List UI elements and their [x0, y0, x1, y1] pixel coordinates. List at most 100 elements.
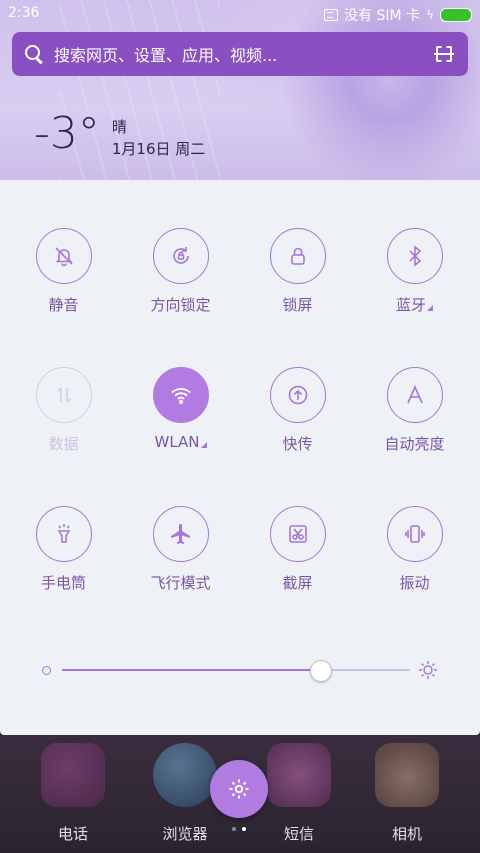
phone-app-icon: [41, 743, 105, 807]
scan-icon[interactable]: [434, 46, 454, 62]
bell-mute-icon: [52, 244, 76, 268]
toggle-label-text: 静音: [48, 296, 79, 314]
upload-circle-icon: [286, 383, 310, 407]
expand-triangle-icon: [427, 305, 433, 311]
weather-date: 1月16日 周二: [111, 140, 206, 158]
toggle-vibrate[interactable]: 振动: [356, 506, 473, 593]
toggle-airplane[interactable]: 飞行模式: [122, 506, 239, 593]
toggle-button[interactable]: [152, 367, 209, 423]
expand-triangle-icon: [200, 442, 207, 448]
toggle-label: 手电筒: [5, 572, 122, 593]
dock-app-label: 浏览器: [162, 825, 208, 843]
sun-icon: [419, 661, 437, 679]
toggle-button[interactable]: [269, 367, 326, 423]
search-bar[interactable]: 搜索网页、设置、应用、视频...: [12, 32, 468, 76]
page-dot-active: [242, 827, 246, 831]
toggle-label-text: 快传: [282, 435, 313, 453]
globe-app-icon: [153, 743, 217, 807]
lock-icon: [286, 244, 310, 268]
brightness-slider[interactable]: [40, 660, 440, 682]
brightness-fill: [62, 669, 320, 671]
toggle-button[interactable]: [386, 506, 443, 562]
toggle-label-text: 振动: [399, 574, 430, 592]
toggle-button[interactable]: [386, 228, 443, 284]
toggle-label: 截屏: [239, 572, 356, 593]
toggle-upload-circle[interactable]: 快传: [239, 367, 356, 454]
page-indicator: [232, 827, 246, 831]
search-icon: [24, 44, 44, 64]
toggle-label: 飞行模式: [122, 572, 239, 593]
toggle-label-text: WLAN: [154, 433, 200, 451]
settings-button[interactable]: [210, 760, 268, 818]
toggle-button[interactable]: [35, 506, 92, 562]
data-arrows-icon: [52, 383, 76, 407]
toggle-data-arrows: 数据: [5, 367, 122, 454]
toggle-button[interactable]: [35, 228, 92, 284]
toggle-label-text: 方向锁定: [150, 296, 211, 314]
toggle-button[interactable]: [152, 506, 209, 562]
rotation-lock-icon: [169, 244, 193, 268]
toggle-label: WLAN: [122, 433, 239, 451]
toggle-button[interactable]: [152, 228, 209, 284]
temperature: -3°: [34, 108, 100, 159]
airplane-icon: [169, 522, 193, 546]
toggle-label: 蓝牙: [356, 294, 473, 315]
weather-widget[interactable]: -3° 晴 1月16日 周二: [34, 112, 205, 160]
dock-app-label: 短信: [283, 825, 314, 843]
weather-info: 晴 1月16日 周二: [112, 116, 205, 160]
toggle-flashlight[interactable]: 手电筒: [5, 506, 122, 593]
toggle-label-text: 飞行模式: [150, 574, 211, 592]
toggle-label: 自动亮度: [356, 433, 473, 454]
toggle-bluetooth[interactable]: 蓝牙: [356, 228, 473, 315]
dock-app-camera[interactable]: 相机: [347, 743, 467, 844]
toggle-label-text: 截屏: [282, 574, 313, 592]
dock-app-label: 相机: [391, 825, 422, 843]
weather-condition: 晴: [111, 118, 127, 136]
toggle-label: 静音: [5, 294, 122, 315]
search-placeholder[interactable]: 搜索网页、设置、应用、视频...: [54, 42, 436, 66]
wifi-icon: [169, 383, 193, 407]
toggle-button: [35, 367, 92, 423]
toggle-button[interactable]: [269, 506, 326, 562]
toggle-rotation-lock[interactable]: 方向锁定: [122, 228, 239, 315]
toggle-label-text: 蓝牙: [395, 296, 426, 314]
sim-status-text: 没有 SIM 卡: [344, 8, 421, 24]
toggle-label: 锁屏: [239, 294, 356, 315]
dock-app-phone[interactable]: 电话: [13, 743, 133, 844]
sim-card-icon: [324, 9, 339, 21]
toggle-button[interactable]: [269, 228, 326, 284]
page-dot: [232, 827, 236, 831]
battery-icon: [440, 8, 472, 22]
toggle-label: 方向锁定: [122, 294, 239, 315]
brightness-track[interactable]: [62, 660, 410, 682]
toggle-label-text: 锁屏: [282, 296, 313, 314]
status-right: 没有 SIM 卡 ϟ: [324, 5, 472, 25]
brightness-low-icon: [42, 666, 51, 675]
toggle-scissors[interactable]: 截屏: [239, 506, 356, 593]
status-time: 2:36: [8, 5, 40, 21]
charging-icon: ϟ: [426, 8, 434, 22]
letter-a-icon: [403, 383, 427, 407]
dock-app-label: 电话: [57, 825, 88, 843]
vibrate-icon: [403, 522, 427, 546]
gear-icon: [229, 779, 249, 799]
toggle-label: 快传: [239, 433, 356, 454]
camera-app-icon: [375, 743, 439, 807]
status-bar: 2:36 没有 SIM 卡 ϟ: [0, 0, 480, 28]
brightness-thumb[interactable]: [309, 660, 332, 682]
toggle-label-text: 手电筒: [40, 574, 86, 592]
toggle-label: 数据: [5, 433, 122, 454]
toggle-label-text: 数据: [48, 435, 79, 453]
quick-settings-panel: 静音 方向锁定 锁屏 蓝牙数据 WLAN 快传 自动亮度手电筒 飞行模式 截屏 振动: [0, 180, 480, 735]
toggle-letter-a[interactable]: 自动亮度: [356, 367, 473, 454]
message-app-icon: [267, 743, 331, 807]
toggle-label: 振动: [356, 572, 473, 593]
scissors-icon: [286, 522, 310, 546]
toggle-button[interactable]: [386, 367, 443, 423]
toggle-wifi[interactable]: WLAN: [122, 367, 239, 451]
flashlight-icon: [52, 522, 76, 546]
toggle-bell-mute[interactable]: 静音: [5, 228, 122, 315]
bluetooth-icon: [403, 244, 427, 268]
toggle-label-text: 自动亮度: [384, 435, 445, 453]
toggle-lock[interactable]: 锁屏: [239, 228, 356, 315]
